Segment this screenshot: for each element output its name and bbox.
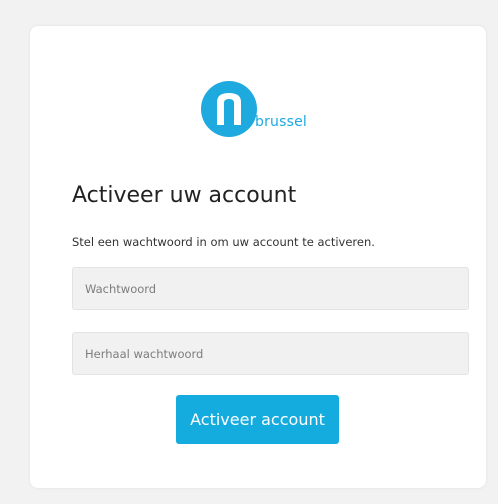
activate-account-button[interactable]: Activeer account — [176, 395, 339, 444]
repeat-password-field[interactable] — [72, 332, 469, 375]
brand-logo: brussel — [200, 80, 320, 140]
page: brussel Activeer uw account Stel een wac… — [0, 0, 498, 504]
activation-card: brussel Activeer uw account Stel een wac… — [30, 26, 486, 488]
page-title: Activeer uw account — [72, 183, 297, 208]
brand-logo-mark — [201, 81, 257, 137]
brand-name: brussel — [255, 114, 308, 130]
instruction-text: Stel een wachtwoord in om uw account te … — [72, 235, 375, 249]
password-field[interactable] — [72, 267, 469, 310]
